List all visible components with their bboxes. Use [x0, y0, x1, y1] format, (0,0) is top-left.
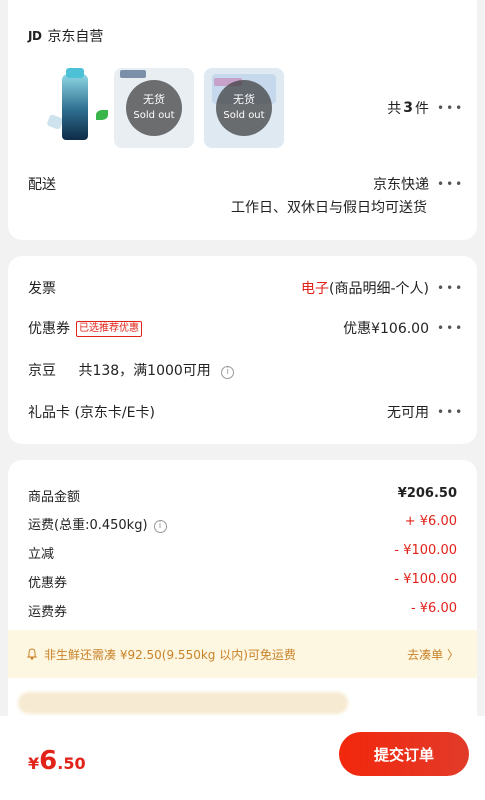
giftcard-row[interactable]: 无可用 •••	[387, 402, 465, 422]
invoice-row[interactable]: 电子 (商品明细-个人) •••	[301, 278, 465, 298]
store-name: 京东自营	[47, 29, 104, 45]
blurred-notice	[18, 692, 348, 714]
delivery-label: 配送	[28, 177, 56, 193]
invoice-type: 电子	[301, 281, 330, 297]
sold-out-overlay: 无货 Sold out	[216, 80, 272, 136]
jingdou-label: 京豆	[28, 363, 56, 379]
delivery-method: 京东快递	[373, 177, 429, 193]
coupon-value: 优惠¥106.00	[343, 321, 429, 337]
bell-icon	[26, 648, 38, 660]
amount-row-shipping: 运费(总重:0.450kg) i + ¥6.00	[28, 514, 457, 533]
coupon-row[interactable]: 优惠¥106.00 •••	[343, 318, 465, 338]
checkout-bar: ¥6.50 提交订单	[0, 716, 485, 800]
product-count: 3	[403, 100, 413, 116]
jingdou-detail: 共138，满1000可用	[78, 363, 211, 379]
free-shipping-banner[interactable]: 非生鲜还需凑 ¥92.50(9.550kg 以内)可免运费 去凑单 〉	[8, 630, 477, 678]
coupon-tag: 已选推荐优惠	[76, 321, 142, 337]
delivery-method-row[interactable]: 京东快递 •••	[373, 174, 465, 194]
product-badge	[120, 70, 146, 78]
free-shipping-text: 非生鲜还需凑 ¥92.50(9.550kg 以内)可免运费	[44, 647, 296, 662]
product-thumbnail-2[interactable]: 无货 Sold out	[114, 68, 194, 148]
giftcard-label: 礼品卡 (京东卡/E卡)	[28, 405, 155, 421]
add-items-link[interactable]: 去凑单 〉	[407, 646, 459, 663]
amount-row-coupon: 优惠券 - ¥100.00	[28, 572, 457, 591]
amount-row-discount: 立减 - ¥100.00	[28, 543, 457, 562]
order-total: ¥6.50	[28, 746, 86, 776]
coupon-row-label: 优惠券 已选推荐优惠	[28, 318, 142, 338]
product-thumbnail-1[interactable]	[42, 68, 122, 148]
more-dots-icon: •••	[437, 405, 465, 419]
jd-logo: JD	[28, 29, 42, 43]
store-card: JD 京东自营 无货 Sold out 无货 Sold out 共 3 件 ••…	[8, 0, 477, 240]
more-dots-icon: •••	[437, 321, 465, 335]
product-bottle-image	[62, 74, 88, 140]
submit-order-button[interactable]: 提交订单	[339, 732, 469, 776]
product-thumbnail-3[interactable]: 无货 Sold out	[204, 68, 284, 148]
sold-out-overlay: 无货 Sold out	[126, 80, 182, 136]
amount-row-shipping-coupon: 运费券 - ¥6.00	[28, 601, 457, 620]
coupon-label: 优惠券	[28, 321, 70, 337]
mint-leaf-graphic	[96, 110, 108, 120]
product-count-row[interactable]: 共 3 件 •••	[387, 98, 465, 118]
jingdou-row: 京豆 共138，满1000可用 i	[28, 360, 235, 380]
more-dots-icon: •••	[437, 281, 465, 295]
delivery-note: 工作日、双休日与假日均可送货	[231, 200, 427, 216]
info-icon[interactable]: i	[221, 366, 235, 379]
giftcard-value: 无可用	[387, 405, 429, 421]
more-dots-icon: •••	[437, 177, 465, 191]
product-cap-image	[66, 68, 84, 78]
info-icon[interactable]: i	[153, 520, 167, 533]
amount-row-goods: 商品金额 ¥206.50	[28, 486, 457, 505]
store-header: JD 京东自营	[28, 26, 103, 46]
invoice-label: 发票	[28, 281, 56, 297]
billing-card: 发票 电子 (商品明细-个人) ••• 优惠券 已选推荐优惠 优惠¥106.00 …	[8, 256, 477, 444]
invoice-detail: (商品明细-个人)	[329, 281, 429, 297]
more-dots-icon: •••	[437, 101, 465, 115]
